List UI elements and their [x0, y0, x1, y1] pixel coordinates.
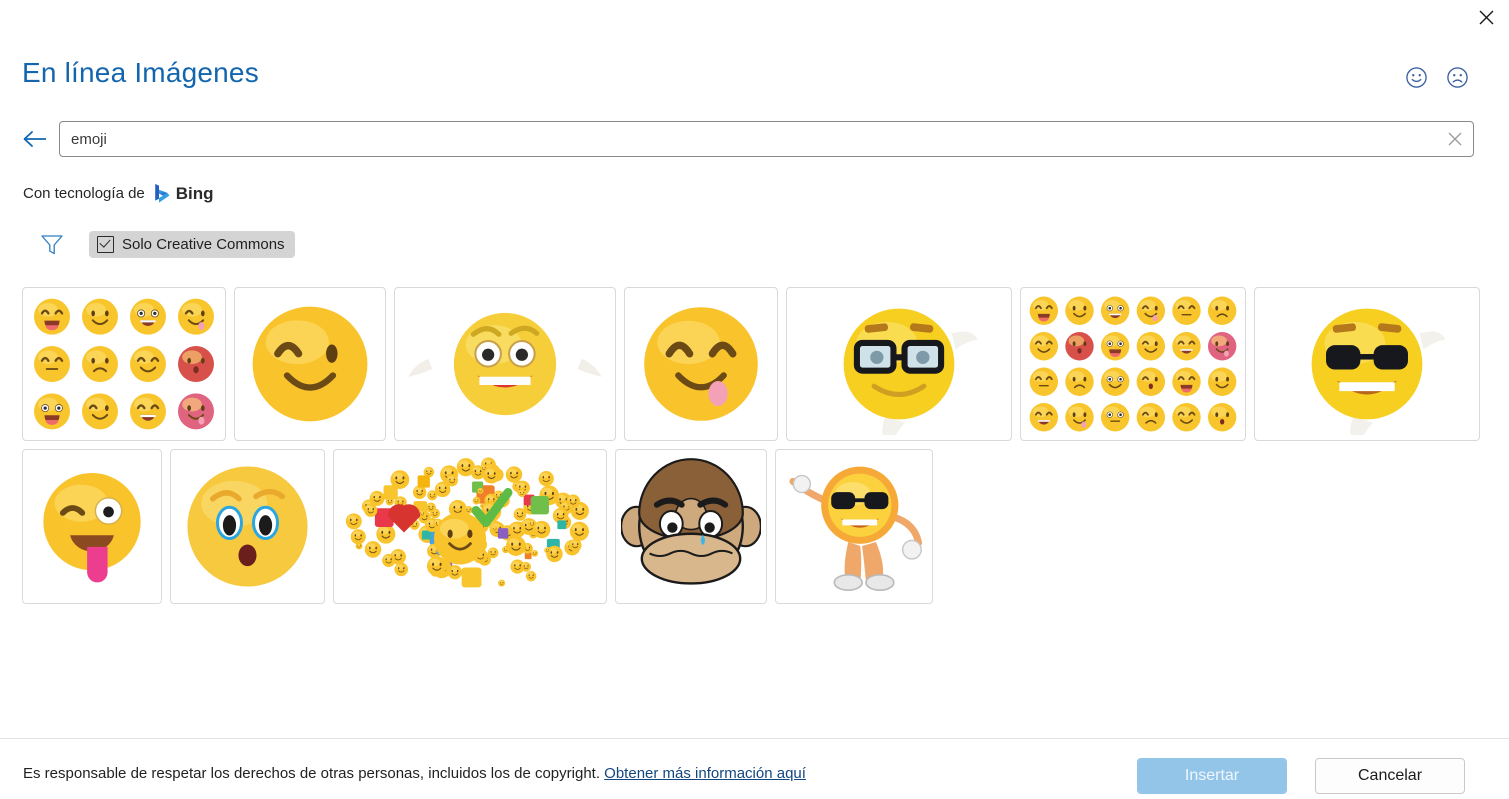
creative-commons-label: Solo Creative Commons: [122, 236, 285, 253]
result-image: [621, 455, 761, 598]
clear-icon[interactable]: [1447, 131, 1463, 147]
result-tile-astonished-face[interactable]: [170, 449, 325, 604]
result-tile-emoji-grid-12[interactable]: [22, 287, 226, 441]
powered-by-label: Con tecnología de: [23, 185, 145, 202]
search-input[interactable]: [60, 122, 1473, 156]
back-arrow-icon: [22, 129, 48, 149]
results-grid: [22, 287, 1492, 604]
funnel-icon[interactable]: [40, 234, 64, 256]
result-image: [28, 455, 156, 598]
result-tile-monkey-face[interactable]: [615, 449, 767, 604]
search-row: [22, 120, 1474, 158]
result-image: [1260, 293, 1474, 435]
result-tile-grinning-face-with-hands[interactable]: [394, 287, 616, 441]
result-tile-emoji-collage[interactable]: [333, 449, 607, 604]
insert-button[interactable]: Insertar: [1137, 758, 1287, 794]
back-button[interactable]: [22, 126, 48, 152]
search-box[interactable]: [59, 121, 1474, 157]
close-button[interactable]: [1471, 2, 1501, 32]
footer-divider: [0, 738, 1509, 739]
bing-logo-icon: [153, 183, 172, 204]
online-pictures-dialog: En línea Imágenes: [0, 0, 1509, 799]
bing-wordmark: Bing: [176, 184, 214, 204]
bing-logo: Bing: [153, 183, 214, 204]
result-tile-nerd-face-peace[interactable]: [786, 287, 1012, 441]
copyright-notice-text: Es responsable de respetar los derechos …: [23, 765, 600, 782]
close-icon: [1479, 10, 1494, 25]
result-image: [339, 455, 601, 598]
learn-more-link[interactable]: Obtener más información aquí: [604, 765, 806, 782]
result-tile-zany-face-tongue[interactable]: [22, 449, 162, 604]
result-image: [1026, 293, 1240, 435]
filter-row: Solo Creative Commons: [40, 231, 295, 258]
result-image: [792, 293, 1006, 435]
smiley-face-icon[interactable]: [1405, 66, 1428, 89]
frowning-face-icon[interactable]: [1446, 66, 1469, 89]
result-image: [28, 293, 220, 435]
feedback-icons: [1405, 66, 1469, 89]
result-image: [240, 293, 380, 435]
result-tile-winking-face[interactable]: [234, 287, 386, 441]
result-image: [176, 455, 319, 598]
cancel-button[interactable]: Cancelar: [1315, 758, 1465, 794]
powered-by-row: Con tecnología de Bing: [23, 183, 214, 204]
result-tile-face-savoring-food[interactable]: [624, 287, 778, 441]
creative-commons-checkbox[interactable]: [97, 236, 114, 253]
page-title: En línea Imágenes: [22, 57, 259, 89]
copyright-notice: Es responsable de respetar los derechos …: [23, 765, 806, 782]
creative-commons-filter[interactable]: Solo Creative Commons: [89, 231, 295, 258]
result-tile-emoji-grid-24[interactable]: [1020, 287, 1246, 441]
result-image: [400, 293, 610, 435]
result-tile-cool-face-sunglasses[interactable]: [1254, 287, 1480, 441]
result-image: [781, 455, 927, 598]
result-tile-dancing-emoji-character[interactable]: [775, 449, 933, 604]
result-image: [630, 293, 772, 435]
